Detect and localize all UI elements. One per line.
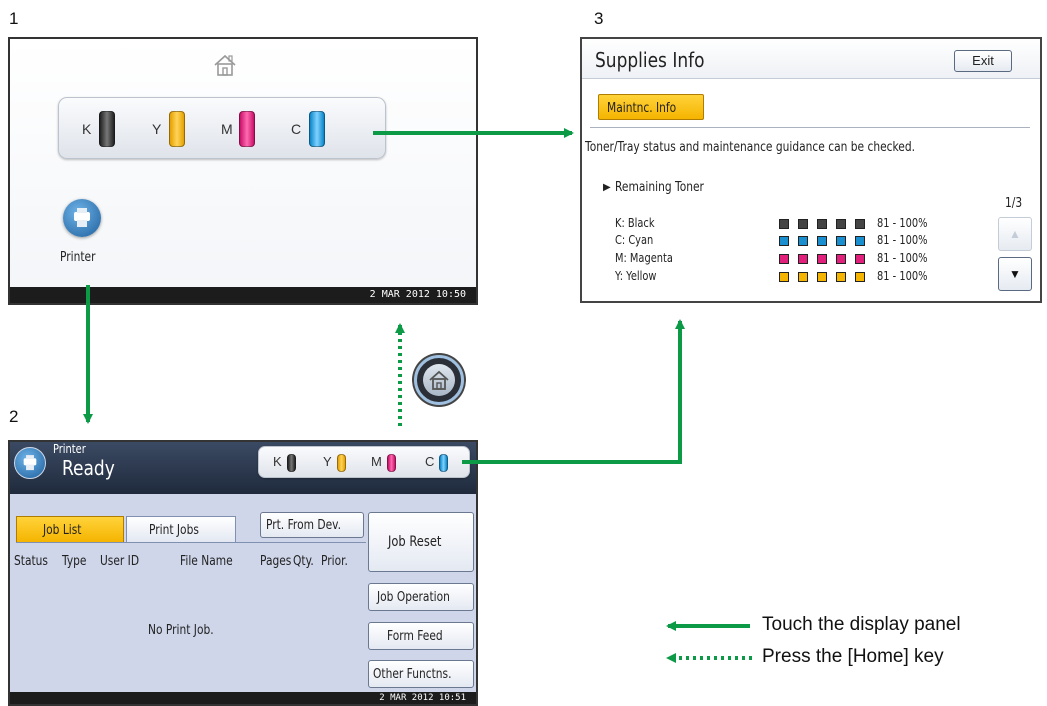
flow-arrows — [83, 128, 752, 663]
arrow-touch-2-to-3 — [462, 319, 685, 464]
home-key-icon — [423, 364, 455, 396]
home-key-button[interactable] — [414, 355, 464, 405]
legend-press-text: Press the [Home] key — [762, 646, 944, 667]
legend-touch-text: Touch the display panel — [762, 614, 961, 635]
